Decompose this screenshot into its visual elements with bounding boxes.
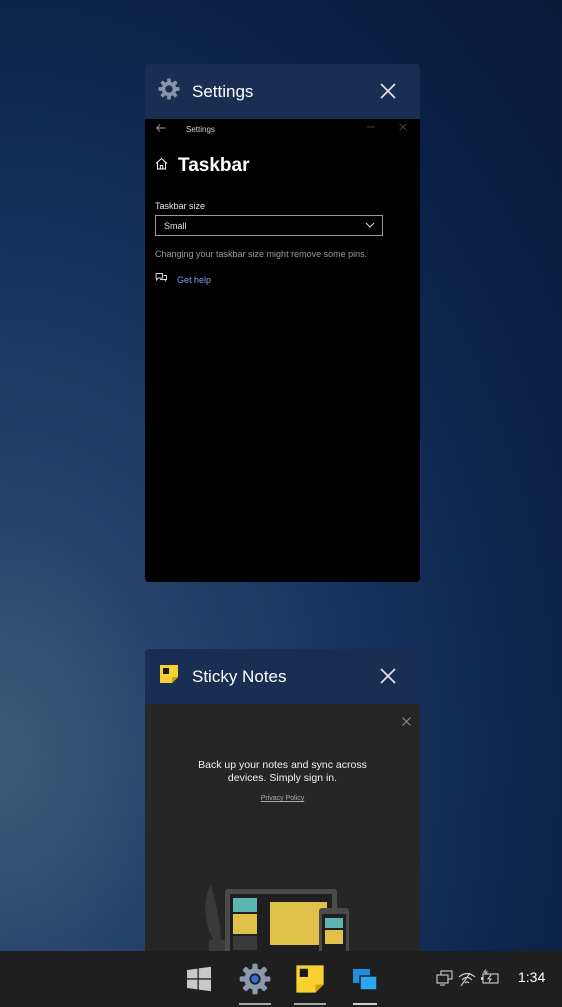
taskbar: 1:34: [0, 951, 562, 1007]
close-icon: [380, 83, 396, 99]
clock[interactable]: 1:34: [518, 969, 545, 985]
sync-devices-illustration: [205, 884, 365, 959]
get-help-link[interactable]: Get help: [155, 271, 211, 289]
settings-window-titlebar: Settings: [145, 119, 420, 139]
close-settings-card-button[interactable]: [378, 81, 398, 101]
battery-charging-icon[interactable]: [480, 969, 500, 992]
sticky-notes-icon: [158, 663, 180, 690]
get-help-text[interactable]: Get help: [177, 275, 211, 285]
gear-icon: [158, 78, 180, 105]
sticky-notes-task-card[interactable]: Sticky Notes Back up your notes and sync…: [145, 649, 420, 959]
settings-card-title: Settings: [192, 81, 254, 101]
start-button[interactable]: [183, 963, 215, 995]
windows-logo-icon: [187, 966, 211, 992]
back-arrow-icon[interactable]: [156, 124, 166, 134]
close-window-icon[interactable]: [399, 123, 407, 133]
sticky-notes-card-header[interactable]: Sticky Notes: [145, 649, 420, 704]
task-view-icon: [353, 969, 378, 991]
chevron-down-icon: [365, 221, 375, 231]
settings-taskbar-button[interactable]: [239, 963, 271, 1005]
close-icon: [380, 668, 396, 684]
dismiss-icon[interactable]: [402, 713, 411, 731]
taskbar-size-label: Taskbar size: [155, 201, 206, 211]
active-indicator: [353, 1003, 377, 1005]
sign-in-message: Back up your notes and sync across devic…: [145, 759, 420, 785]
page-heading: Taskbar: [155, 155, 249, 177]
minimize-icon[interactable]: [367, 123, 375, 133]
sign-in-message-line-2: devices. Simply sign in.: [227, 772, 338, 784]
close-sticky-notes-card-button[interactable]: [378, 666, 398, 686]
running-indicator: [239, 1003, 271, 1005]
sign-in-message-line-1: Back up your notes and sync across: [198, 759, 367, 771]
home-icon: [155, 157, 168, 175]
sticky-notes-icon: [296, 965, 324, 993]
network-device-icon[interactable]: [436, 969, 454, 992]
gear-icon: [239, 963, 271, 995]
settings-window-title: Settings: [186, 125, 215, 134]
sticky-notes-card-title: Sticky Notes: [192, 666, 287, 686]
task-view-button[interactable]: [349, 963, 381, 1005]
running-indicator: [294, 1003, 326, 1005]
settings-card-header[interactable]: Settings: [145, 64, 420, 119]
sticky-notes-window-preview[interactable]: Back up your notes and sync across devic…: [145, 704, 420, 959]
privacy-policy-link[interactable]: Privacy Policy: [145, 795, 420, 802]
sticky-notes-taskbar-button[interactable]: [294, 963, 326, 1005]
taskbar-size-hint: Changing your taskbar size might remove …: [155, 249, 368, 259]
settings-task-card[interactable]: Settings Settings Taskbar Taskbar size S…: [145, 64, 420, 582]
settings-window-preview[interactable]: Settings Taskbar Taskbar size Small Chan…: [145, 119, 420, 582]
wifi-icon[interactable]: [458, 969, 476, 992]
taskbar-size-value: Small: [164, 220, 187, 231]
page-title: Taskbar: [178, 155, 250, 176]
help-chat-icon: [155, 271, 168, 289]
taskbar-size-dropdown[interactable]: Small: [155, 215, 383, 236]
